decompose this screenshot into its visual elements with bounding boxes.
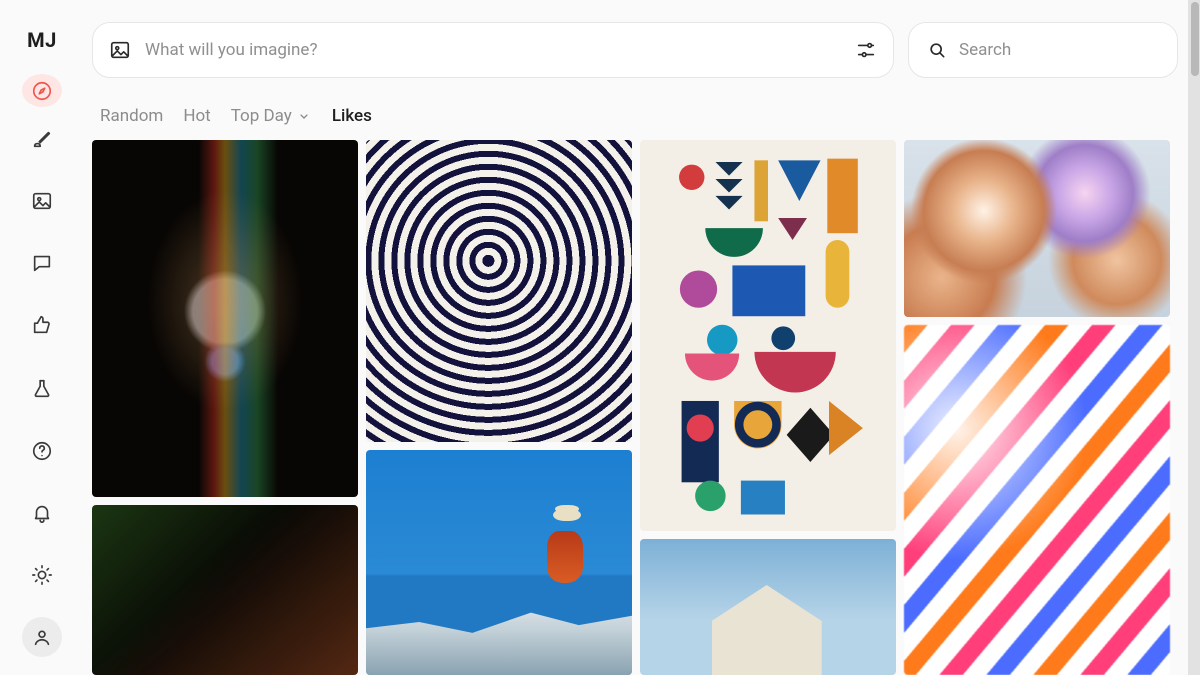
nav-create[interactable]: [22, 119, 62, 159]
help-icon: [31, 440, 53, 462]
bell-icon: [31, 502, 53, 524]
tab-likes[interactable]: Likes: [332, 106, 372, 126]
gallery-col-2: [366, 140, 632, 675]
compass-icon: [31, 80, 53, 102]
tile-dark-botanical-abstract[interactable]: [92, 505, 358, 675]
tile-monk-on-rock-blue-sky[interactable]: [366, 450, 632, 675]
tab-top-day[interactable]: Top Day: [231, 106, 312, 126]
search-input[interactable]: Search: [908, 22, 1178, 78]
nav-gallery[interactable]: [22, 181, 62, 221]
nav-labs[interactable]: [22, 369, 62, 409]
gallery-col-4: [904, 140, 1170, 675]
shapes-art: [640, 140, 896, 531]
nav-footer-group: [22, 369, 62, 657]
sliders-icon[interactable]: [855, 39, 877, 61]
tab-hot[interactable]: Hot: [183, 106, 210, 126]
prompt-input[interactable]: What will you imagine?: [92, 22, 894, 78]
search-icon: [927, 40, 947, 60]
nav-likes[interactable]: [22, 305, 62, 345]
tab-top-day-label: Top Day: [231, 106, 292, 126]
chevron-down-icon: [296, 108, 312, 124]
sun-icon: [31, 564, 53, 586]
user-icon: [31, 626, 53, 648]
chat-icon: [31, 252, 53, 274]
nav-primary-group: [22, 119, 62, 345]
prompt-placeholder: What will you imagine?: [145, 40, 841, 60]
image-plus-icon: [109, 39, 131, 61]
tab-random[interactable]: Random: [100, 106, 163, 126]
tile-iridescent-copper-blobs[interactable]: [904, 140, 1170, 317]
page-scrollbar-track[interactable]: [1188, 0, 1200, 675]
image-icon: [31, 190, 53, 212]
gallery-col-1: [92, 140, 358, 675]
tile-neon-wave-stripes[interactable]: [904, 325, 1170, 675]
tile-house-sky-landscape[interactable]: [640, 539, 896, 675]
brush-icon: [31, 128, 53, 150]
sidebar: MJ: [0, 0, 84, 675]
nav-account[interactable]: [22, 617, 62, 657]
app-logo[interactable]: MJ: [27, 28, 57, 52]
main-area: What will you imagine? Search Random Hot…: [84, 0, 1200, 675]
nav-explore[interactable]: [22, 74, 62, 107]
nav-chat[interactable]: [22, 243, 62, 283]
nav-help[interactable]: [22, 431, 62, 471]
page-scrollbar-thumb[interactable]: [1191, 2, 1199, 76]
tile-navy-zebra-pattern[interactable]: [366, 140, 632, 442]
flask-icon: [31, 378, 53, 400]
gallery-col-3: [640, 140, 896, 675]
nav-alerts[interactable]: [22, 493, 62, 533]
search-placeholder: Search: [959, 40, 1011, 60]
nav-theme[interactable]: [22, 555, 62, 595]
monk-figure: [547, 531, 583, 583]
image-gallery: [92, 140, 1178, 675]
tile-geometric-shapes-poster[interactable]: [640, 140, 896, 531]
tile-painted-face-portrait[interactable]: [92, 140, 358, 497]
top-bar: What will you imagine? Search: [92, 22, 1178, 78]
thumbs-up-icon: [31, 314, 53, 336]
filter-tabs: Random Hot Top Day Likes: [100, 106, 1178, 126]
